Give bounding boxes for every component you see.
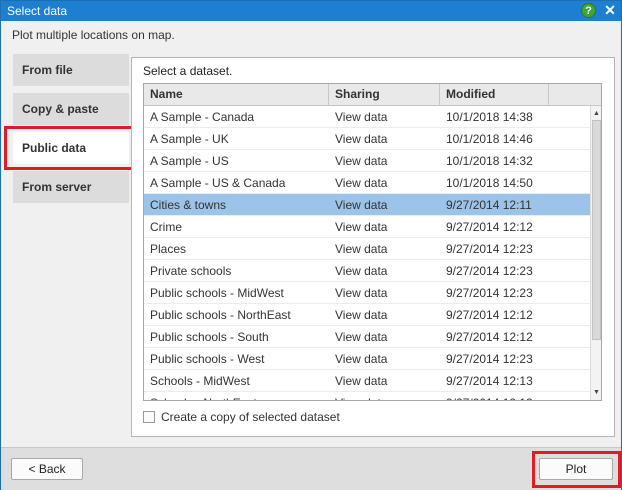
window-title: Select data — [7, 4, 68, 18]
column-header-name[interactable]: Name — [144, 84, 329, 105]
tab-label: From file — [22, 63, 73, 77]
cell-name: A Sample - Canada — [150, 110, 255, 124]
cell-sharing: View data — [335, 132, 388, 146]
cell-sharing: View data — [335, 176, 388, 190]
cell-sharing: View data — [335, 392, 387, 400]
cell-name: A Sample - US — [150, 154, 229, 168]
table-row[interactable]: Cities & towns View data 9/27/2014 12:11 — [144, 194, 590, 216]
table-row[interactable]: Public schools - NorthEast View data 9/27/… — [144, 304, 590, 326]
cell-name: A Sample - US & Canada — [150, 176, 286, 190]
table-row[interactable]: Public schools - South View data 9/27/2014… — [144, 326, 590, 348]
cell-name: Public schools - South — [150, 330, 269, 344]
cell-modified: 9/27/2014 12:11 — [446, 198, 532, 212]
cell-modified: 9/27/2014 12:23 — [446, 352, 533, 366]
cell-sharing: View data — [335, 286, 388, 300]
column-header-sharing[interactable]: Sharing — [329, 84, 440, 105]
dataset-table: Name Sharing Modified A Sample - Canada V… — [143, 83, 602, 401]
table-row[interactable]: Schools - NorthEast View data 9/27/2014 12… — [144, 392, 590, 400]
cell-sharing: View data — [335, 264, 388, 278]
table-row[interactable]: A Sample - Canada View data 10/1/2018 14:3… — [144, 106, 590, 128]
table-body: A Sample - Canada View data 10/1/2018 14:3… — [144, 106, 590, 400]
cell-modified: 9/27/2014 12:23 — [446, 264, 533, 278]
scroll-down-icon[interactable]: ▼ — [591, 387, 601, 398]
dialog-footer: < Back Plot — [1, 447, 621, 490]
dataset-prompt: Select a dataset. — [143, 64, 233, 78]
cell-sharing: View data — [335, 330, 388, 344]
cell-name: Private schools — [150, 264, 232, 278]
cell-sharing: View data — [335, 154, 388, 168]
cell-sharing: View data — [335, 308, 388, 322]
cell-modified: 9/27/2014 12:13 — [446, 374, 533, 388]
table-row[interactable]: Private schools View data 9/27/2014 12:23 — [144, 260, 590, 282]
table-row[interactable]: Places View data 9/27/2014 12:23 — [144, 238, 590, 260]
help-icon[interactable]: ? — [581, 3, 596, 18]
tab-copy-paste[interactable]: Copy & paste — [13, 93, 129, 125]
highlight-box-plot — [532, 451, 621, 488]
cell-modified: 10/1/2018 14:32 — [446, 154, 533, 168]
tab-from-server[interactable]: From server — [13, 171, 129, 203]
cell-name: Schools - MidWest — [150, 374, 250, 388]
title-bar: Select data ? ✕ — [1, 1, 621, 21]
cell-name: Crime — [150, 220, 182, 234]
close-icon[interactable]: ✕ — [603, 3, 617, 18]
cell-name: A Sample - UK — [150, 132, 229, 146]
cell-sharing: View data — [335, 220, 388, 234]
copy-dataset-checkbox[interactable] — [143, 411, 155, 423]
table-row[interactable]: Crime View data 9/27/2014 12:12 — [144, 216, 590, 238]
cell-modified: 9/27/2014 12:23 — [446, 286, 533, 300]
cell-sharing: View data — [335, 242, 388, 256]
tab-from-file[interactable]: From file — [13, 54, 129, 86]
cell-name: Public schools - West — [150, 352, 265, 366]
cell-name: Places — [150, 242, 187, 256]
cell-modified: 10/1/2018 14:38 — [446, 110, 533, 124]
table-row[interactable]: A Sample - US View data 10/1/2018 14:32 — [144, 150, 590, 172]
cell-modified: 9/27/2014 12:12 — [446, 330, 533, 344]
highlight-box-public-data — [4, 126, 136, 170]
cell-modified: 10/1/2018 14:50 — [446, 176, 533, 190]
cell-sharing: View data — [335, 352, 388, 366]
copy-dataset-label[interactable]: Create a copy of selected dataset — [161, 410, 340, 424]
cell-name: Public schools - NorthEast — [150, 308, 291, 322]
select-data-dialog: Select data ? ✕ Plot multiple locations … — [0, 0, 622, 490]
back-button[interactable]: < Back — [11, 458, 83, 480]
tab-label: From server — [22, 180, 92, 194]
scrollbar-thumb[interactable] — [592, 120, 601, 340]
cell-sharing: View data — [335, 110, 388, 124]
table-row[interactable]: Schools - MidWest View data 9/27/2014 12:1… — [144, 370, 590, 392]
table-row[interactable]: Public schools - West View data 9/27/2014 … — [144, 348, 590, 370]
tab-label: Copy & paste — [22, 102, 99, 116]
table-row[interactable]: A Sample - UK View data 10/1/2018 14:46 — [144, 128, 590, 150]
cell-modified: 9/27/2014 12:13 — [446, 392, 533, 400]
cell-modified: 9/27/2014 12:12 — [446, 308, 533, 322]
table-row[interactable]: Public schools - MidWest View data 9/27/20… — [144, 282, 590, 304]
table-header: Name Sharing Modified — [144, 84, 601, 106]
cell-name: Schools - NorthEast — [150, 392, 257, 400]
cell-modified: 9/27/2014 12:12 — [446, 220, 533, 234]
column-header-modified[interactable]: Modified — [440, 84, 549, 105]
cell-modified: 10/1/2018 14:46 — [446, 132, 533, 146]
cell-name: Cities & towns — [150, 198, 227, 212]
cell-name: Public schools - MidWest — [150, 286, 284, 300]
cell-sharing: View data — [335, 198, 388, 212]
table-row[interactable]: A Sample - US & Canada View data 10/1/2018… — [144, 172, 590, 194]
cell-modified: 9/27/2014 12:23 — [446, 242, 533, 256]
scroll-up-icon[interactable]: ▲ — [591, 108, 601, 119]
vertical-scrollbar[interactable]: ▲ ▼ — [590, 106, 601, 400]
cell-sharing: View data — [335, 374, 388, 388]
dataset-panel: Select a dataset. Name Sharing Modified … — [131, 57, 615, 437]
dialog-subtitle: Plot multiple locations on map. — [12, 28, 175, 42]
